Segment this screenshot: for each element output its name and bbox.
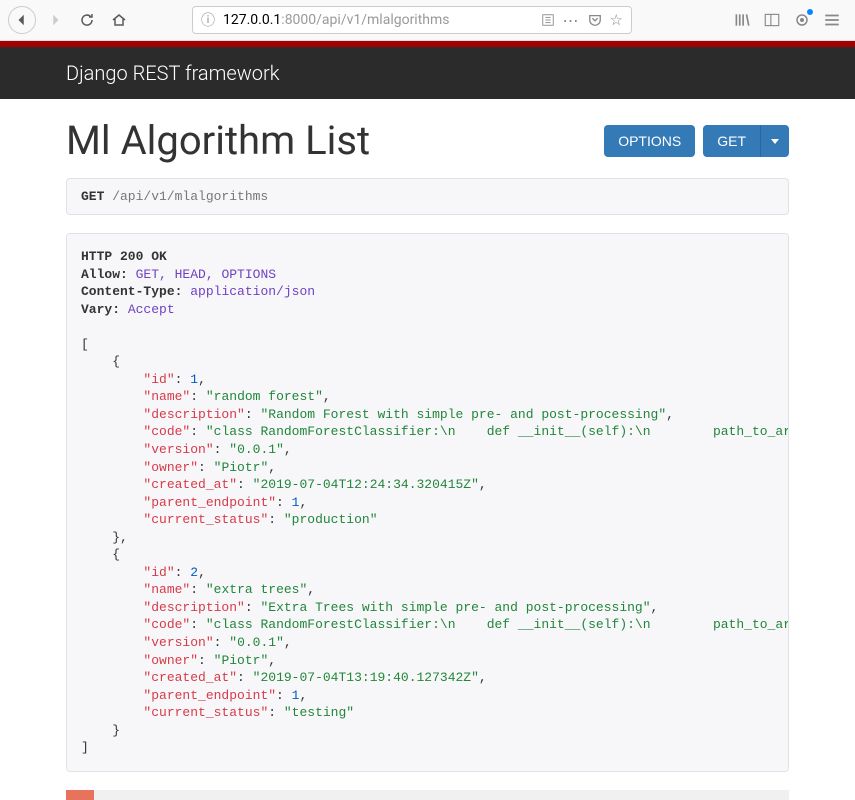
nav-buttons — [8, 6, 132, 34]
action-buttons: OPTIONS GET — [604, 125, 789, 157]
browser-toolbar: ⓘ 127.0.0.1:8000/api/v1/mlalgorithms ⋯ ☆ — [0, 0, 855, 41]
get-button[interactable]: GET — [703, 125, 760, 157]
url-path: :8000/api/v1/mlalgorithms — [281, 12, 449, 28]
page-head: Ml Algorithm List OPTIONS GET — [66, 117, 789, 164]
back-button[interactable] — [8, 6, 36, 34]
response-block: HTTP 200 OK Allow: GET, HEAD, OPTIONS Co… — [66, 233, 789, 772]
toolbar-right — [733, 11, 841, 29]
arrow-right-icon — [48, 13, 62, 27]
url-host: 127.0.0.1 — [223, 12, 281, 28]
url-right-icons: ⋯ ☆ — [541, 11, 623, 30]
reload-icon — [79, 12, 95, 28]
arrow-left-icon — [15, 13, 29, 27]
horizontal-scrollbar[interactable] — [66, 790, 789, 800]
menu-icon[interactable] — [823, 11, 841, 29]
request-line: GET /api/v1/mlalgorithms — [66, 178, 789, 215]
forward-button — [42, 7, 68, 33]
request-path: /api/v1/mlalgorithms — [104, 189, 268, 204]
main-content: Ml Algorithm List OPTIONS GET GET /api/v… — [0, 99, 855, 790]
get-button-group: GET — [703, 125, 789, 157]
reader-icon[interactable] — [541, 13, 555, 27]
caret-down-icon — [771, 139, 779, 144]
ellipsis-icon[interactable]: ⋯ — [563, 11, 580, 30]
home-button[interactable] — [106, 7, 132, 33]
options-button[interactable]: OPTIONS — [604, 125, 695, 157]
sidebar-icon[interactable] — [763, 11, 781, 29]
home-icon — [111, 12, 127, 28]
reload-button[interactable] — [74, 7, 100, 33]
framework-header: Django REST framework — [0, 47, 855, 99]
url-text: 127.0.0.1:8000/api/v1/mlalgorithms — [223, 12, 533, 28]
url-bar[interactable]: ⓘ 127.0.0.1:8000/api/v1/mlalgorithms ⋯ ☆ — [192, 6, 632, 34]
info-icon[interactable]: ⓘ — [201, 10, 215, 30]
pocket-icon[interactable] — [588, 13, 602, 27]
library-icon[interactable] — [733, 11, 751, 29]
addon-icon[interactable] — [793, 11, 811, 29]
brand-text[interactable]: Django REST framework — [66, 61, 280, 85]
scroll-thumb[interactable] — [66, 790, 94, 800]
page-title: Ml Algorithm List — [66, 117, 370, 164]
get-dropdown-button[interactable] — [760, 125, 789, 157]
request-method: GET — [81, 189, 104, 204]
star-icon[interactable]: ☆ — [610, 11, 623, 29]
